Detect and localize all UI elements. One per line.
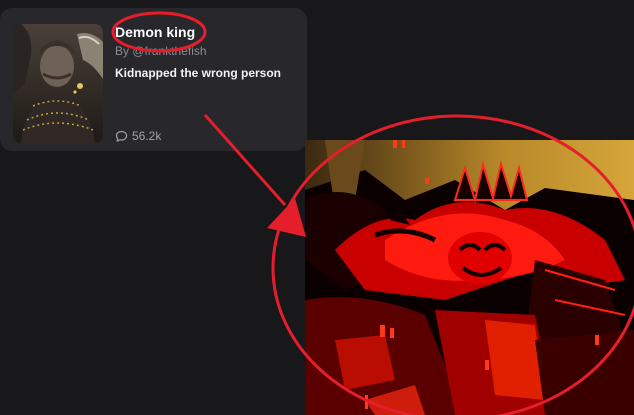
- character-avatar: [13, 24, 103, 143]
- character-tagline: Kidnapped the wrong person: [115, 66, 282, 80]
- avatar-illustration: [13, 24, 103, 143]
- zoomed-avatar-image: [305, 140, 634, 415]
- annotation-arrow-head: [267, 198, 306, 237]
- character-name: Demon king: [115, 24, 196, 40]
- red-filtered-illustration: [305, 140, 634, 415]
- chat-count: 56.2k: [115, 129, 161, 143]
- chat-count-value: 56.2k: [132, 129, 162, 143]
- creator-handle[interactable]: By @frankthefish: [115, 44, 207, 58]
- character-card[interactable]: Demon king By @frankthefish Kidnapped th…: [0, 8, 307, 151]
- screenshot-canvas: Demon king By @frankthefish Kidnapped th…: [0, 0, 634, 415]
- chat-bubble-icon: [115, 130, 128, 142]
